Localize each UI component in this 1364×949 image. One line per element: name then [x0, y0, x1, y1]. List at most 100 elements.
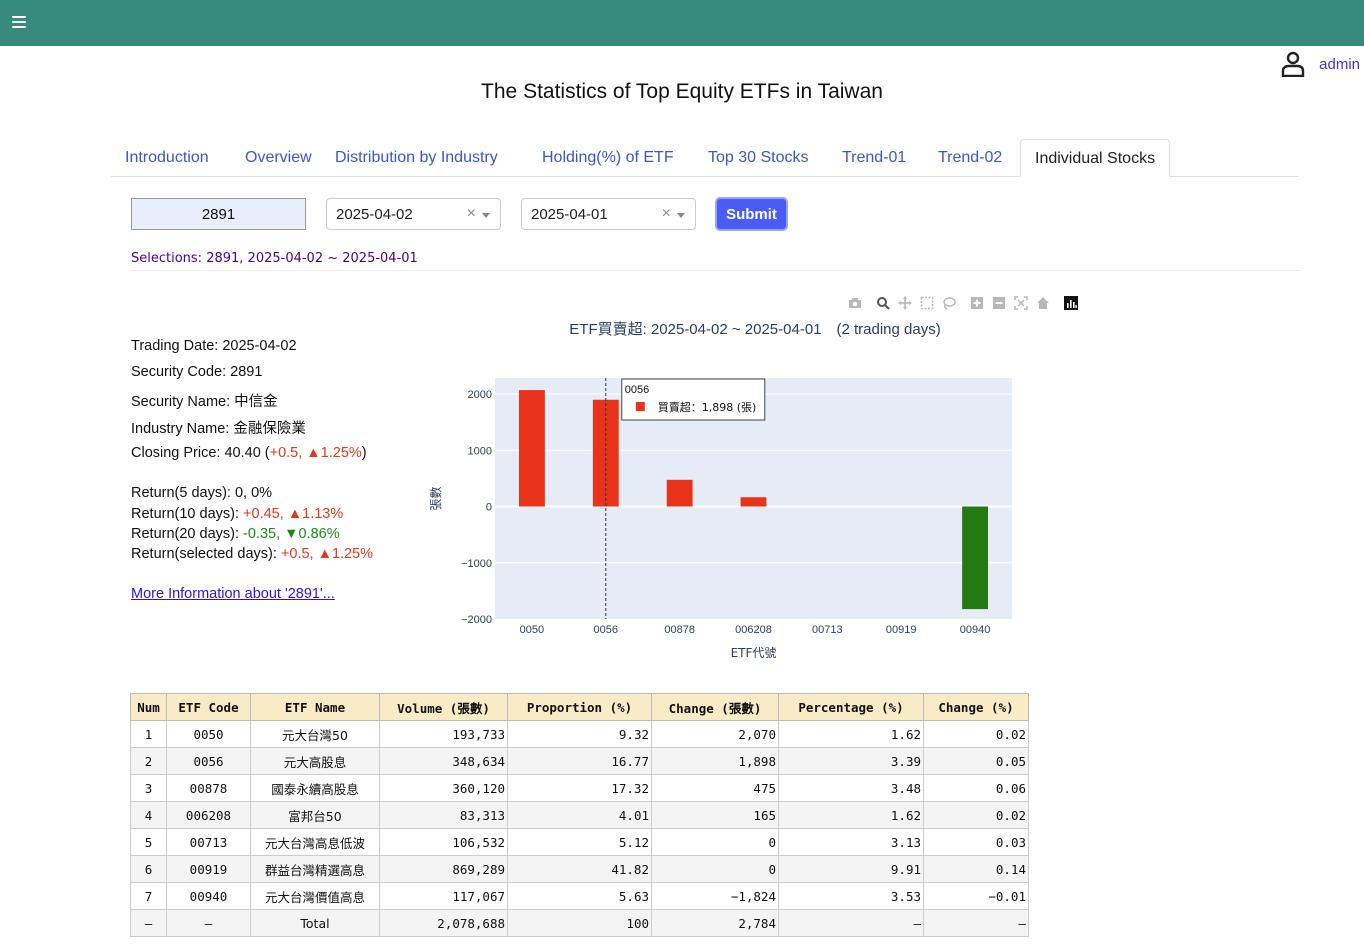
return-20-label: Return(20 days): — [131, 526, 244, 542]
column-header-etf-name: ETF Name — [250, 693, 380, 721]
table-cell-percentage: 3.48 — [778, 774, 924, 802]
x-tick-label: 0056 — [594, 624, 618, 636]
table-cell-change-percent: 0.03 — [923, 828, 1029, 856]
bar-00878[interactable] — [666, 479, 693, 507]
chevron-down-icon[interactable] — [677, 213, 685, 218]
return-10-label: Return(10 days): — [131, 506, 244, 522]
closing-price: Closing Price: 40.40 (+0.5, ▲1.25%) — [131, 445, 367, 461]
return-5-label: Return(5 days): — [131, 485, 235, 501]
return-10-value: +0.45, ▲1.13% — [243, 506, 344, 522]
table-cell-num: 2 — [130, 747, 167, 775]
tab-trend-01[interactable]: Trend-01 — [828, 139, 920, 177]
table-cell-change-percent: 0.02 — [923, 801, 1029, 829]
tab-introduction[interactable]: Introduction — [111, 139, 223, 177]
table-cell-etf-code: 0056 — [166, 747, 251, 775]
hamburger-icon[interactable] — [12, 16, 26, 30]
y-tick-label: 2000 — [468, 389, 492, 401]
clear-icon[interactable]: × — [467, 205, 476, 223]
user-icon[interactable] — [1281, 51, 1305, 77]
clear-icon[interactable]: × — [662, 205, 671, 223]
submit-button[interactable]: Submit — [715, 197, 788, 231]
table-cell-etf-code: 00940 — [166, 882, 251, 910]
table-cell-proportion: 5.12 — [507, 828, 652, 856]
table-cell-change-volume: 165 — [651, 801, 779, 829]
table-cell-etf-code: 006208 — [166, 801, 251, 829]
tab-bar: Introduction Overview Distribution by In… — [111, 139, 1299, 177]
table-cell-percentage: 3.53 — [778, 882, 924, 910]
table-cell-volume: 83,313 — [379, 801, 508, 829]
x-tick-label: 00940 — [960, 624, 991, 636]
table-cell-volume: 360,120 — [379, 774, 508, 802]
x-tick-label: 00919 — [886, 624, 917, 636]
table-cell-change-volume: 475 — [651, 774, 779, 802]
camera-icon[interactable] — [848, 296, 862, 310]
more-info-link[interactable]: More Information about '2891'... — [131, 586, 335, 602]
zoom-out-icon[interactable] — [992, 296, 1006, 310]
table-cell-proportion: 9.32 — [507, 720, 652, 748]
zoom-icon[interactable] — [876, 296, 890, 310]
pan-icon[interactable] — [898, 296, 912, 310]
tab-overview[interactable]: Overview — [231, 139, 326, 177]
table-cell-change-percent: 0.05 — [923, 747, 1029, 775]
table-cell-num: 5 — [130, 828, 167, 856]
table-row: 1 0050 元大台灣50 193,733 9.32 2,070 1.62 0.02 — [130, 720, 1029, 748]
tab-holding-of-etf[interactable]: Holding(%) of ETF — [528, 139, 688, 177]
plotly-logo-icon[interactable] — [1064, 296, 1078, 310]
stock-code-input[interactable] — [131, 198, 306, 230]
return-10-days: Return(10 days): +0.45, ▲1.13% — [131, 506, 343, 522]
column-header-proportion: Proportion (%) — [507, 693, 652, 721]
tab-trend-02[interactable]: Trend-02 — [924, 139, 1016, 177]
table-cell-num: 1 — [130, 720, 167, 748]
etf-buy-sell-chart[interactable]: 2000 1000 0 −1000 −2000 0050 0056 00878 006208 00… — [420, 370, 1040, 670]
table-cell-etf-name: 元大台灣50 — [250, 720, 380, 748]
table-cell-volume: 348,634 — [379, 747, 508, 775]
tab-top-30-stocks[interactable]: Top 30 Stocks — [694, 139, 823, 177]
tab-distribution-by-industry[interactable]: Distribution by Industry — [321, 139, 512, 177]
bar-006208[interactable] — [740, 497, 767, 507]
return-selected-value: +0.5, ▲1.25% — [280, 546, 374, 562]
y-tick-label: −1000 — [461, 558, 492, 570]
column-header-change-percent: Change (%) — [923, 693, 1029, 721]
start-date-select[interactable]: 2025-04-02 × — [326, 198, 501, 230]
table-cell-num: 6 — [130, 855, 167, 883]
tooltip-swatch — [635, 402, 645, 411]
trading-date: Trading Date: 2025-04-02 — [131, 338, 297, 354]
divider — [131, 270, 1301, 271]
reset-axes-icon[interactable] — [1036, 296, 1050, 310]
table-cell-etf-code: – — [166, 909, 251, 937]
end-date-select[interactable]: 2025-04-01 × — [521, 198, 696, 230]
table-header-row: Num ETF Code ETF Name Volume (張數) Proportion… — [130, 693, 1029, 721]
user-menu[interactable]: admin — [1281, 50, 1360, 78]
return-20-value: -0.35, ▼0.86% — [243, 526, 340, 542]
table-cell-etf-name: 富邦台50 — [250, 801, 380, 829]
table-cell-num: 4 — [130, 801, 167, 829]
x-axis-label: ETF代號 — [731, 646, 777, 660]
return-5-value: 0, 0% — [234, 485, 273, 501]
column-header-change-volume: Change (張數) — [651, 693, 779, 721]
column-header-volume: Volume (張數) — [379, 693, 508, 721]
table-cell-etf-code: 00713 — [166, 828, 251, 856]
autoscale-icon[interactable] — [1014, 296, 1028, 310]
table-cell-change-volume: 2,070 — [651, 720, 779, 748]
table-cell-change-volume: 1,898 — [651, 747, 779, 775]
bar-0050[interactable] — [519, 390, 545, 507]
y-tick-label: 1000 — [468, 445, 492, 457]
table-cell-proportion: 100 — [507, 909, 652, 937]
table-cell-percentage: – — [778, 909, 924, 937]
tooltip-value: 買賣超：1,898 (張) — [658, 400, 757, 414]
chevron-down-icon[interactable] — [482, 213, 490, 218]
table-cell-etf-name: 元大台灣價值高息 — [250, 882, 380, 910]
bar-00940[interactable] — [962, 506, 988, 610]
table-cell-proportion: 41.82 — [507, 855, 652, 883]
table-cell-change-volume: 0 — [651, 855, 779, 883]
table-cell-proportion: 16.77 — [507, 747, 652, 775]
box-select-icon[interactable] — [920, 296, 934, 310]
table-cell-percentage: 1.62 — [778, 720, 924, 748]
lasso-select-icon[interactable] — [942, 296, 956, 310]
username[interactable]: admin — [1319, 56, 1360, 73]
x-tick-label: 006208 — [735, 624, 772, 636]
tab-individual-stocks[interactable]: Individual Stocks — [1020, 139, 1171, 177]
zoom-in-icon[interactable] — [970, 296, 984, 310]
column-header-num: Num — [130, 693, 167, 721]
table-cell-change-volume: 0 — [651, 828, 779, 856]
